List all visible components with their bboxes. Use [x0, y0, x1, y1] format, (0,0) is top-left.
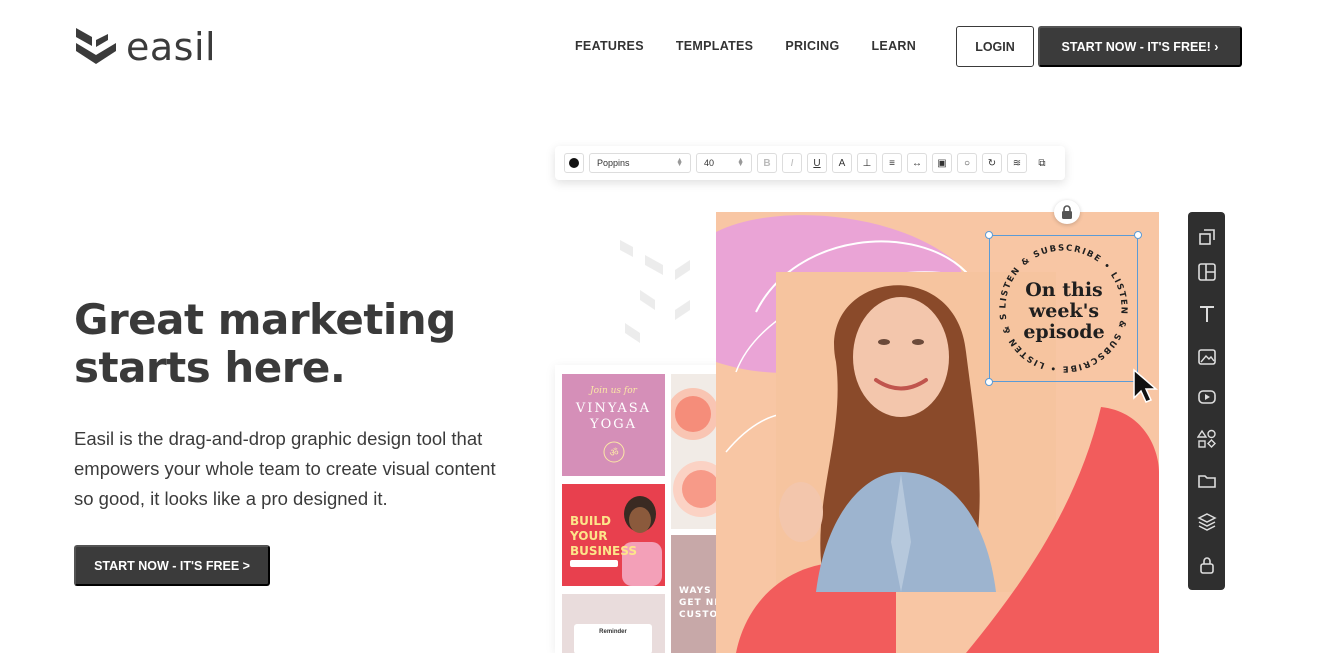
template-thumbnails-panel: Join us for VINYASA YOGA ॐ BUILD YOUR BU…: [555, 365, 725, 653]
decorative-chevrons: [620, 240, 690, 343]
circle-text-icon[interactable]: ○: [957, 153, 977, 173]
bold-icon[interactable]: B: [757, 153, 777, 173]
letter-spacing-icon[interactable]: A: [832, 153, 852, 173]
text-color-picker[interactable]: [564, 153, 584, 173]
template-text: BUILD YOUR BUSINESS: [570, 514, 637, 558]
font-family-value: Poppins: [597, 158, 630, 168]
rotate-icon[interactable]: ↻: [982, 153, 1002, 173]
template-text: VINYASA YOGA: [575, 401, 652, 432]
select-arrows-icon: ▲ ▼: [737, 156, 744, 168]
text-icon[interactable]: [1196, 303, 1217, 324]
easil-logo[interactable]: easil: [74, 26, 216, 68]
shapes-icon[interactable]: [1196, 428, 1217, 449]
svg-text:ॐ: ॐ: [609, 447, 618, 459]
underline-icon[interactable]: U: [807, 153, 827, 173]
lock-icon: [1062, 205, 1072, 219]
template-text: Join us for: [590, 386, 637, 396]
select-arrows-icon: ▲ ▼: [676, 156, 683, 168]
hero-title-line-1: Great marketing: [74, 295, 456, 344]
logo-wordmark: easil: [126, 25, 217, 69]
template-build-your-business[interactable]: BUILD YOUR BUSINESS: [562, 484, 665, 586]
editor-toolbar: Poppins ▲ ▼ 40 ▲ ▼ B I U A ⊥ ≡ ↔ ▣ ○ ↻ ≋ ⧉: [555, 146, 1065, 180]
main-nav: FEATURES TEMPLATES PRICING LEARN: [575, 39, 916, 53]
font-size-value: 40: [704, 158, 715, 168]
editor-side-toolbar: [1188, 212, 1225, 590]
template-pill: [570, 560, 618, 567]
lock-icon[interactable]: [1196, 554, 1217, 575]
effects-icon[interactable]: ▣: [932, 153, 952, 173]
easil-logo-icon: [76, 28, 116, 64]
duplicate-icon[interactable]: ⧉: [1032, 153, 1052, 173]
login-button[interactable]: LOGIN: [956, 26, 1034, 67]
hero-title-line-2: starts here.: [74, 343, 346, 392]
episode-badge-text[interactable]: On this week's episode: [1008, 280, 1120, 343]
layout-icon[interactable]: [1196, 261, 1217, 282]
image-icon[interactable]: [1196, 346, 1217, 367]
font-size-select[interactable]: 40 ▲ ▼: [696, 153, 752, 173]
font-family-select[interactable]: Poppins ▲ ▼: [589, 153, 691, 173]
align-center-icon[interactable]: ≡: [882, 153, 902, 173]
start-now-header-button[interactable]: START NOW - IT'S FREE! ›: [1038, 26, 1242, 67]
video-icon[interactable]: [1196, 386, 1217, 407]
lock-element-button[interactable]: [1054, 200, 1080, 224]
layers-icon[interactable]: [1196, 511, 1217, 532]
start-now-hero-button[interactable]: START NOW - IT'S FREE >: [74, 545, 270, 586]
hero-description: Easil is the drag-and-drop graphic desig…: [74, 428, 496, 509]
mouse-cursor-icon: [1133, 368, 1159, 403]
template-reminder[interactable]: Reminder: [562, 594, 665, 653]
nav-learn[interactable]: LEARN: [872, 39, 917, 53]
layers-icon[interactable]: ≋: [1007, 153, 1027, 173]
nav-features[interactable]: FEATURES: [575, 39, 644, 53]
resize-icon[interactable]: ↔: [907, 153, 927, 173]
template-card: Reminder: [574, 624, 652, 653]
line-height-icon[interactable]: ⊥: [857, 153, 877, 173]
nav-pricing[interactable]: PRICING: [785, 39, 839, 53]
nav-templates[interactable]: TEMPLATES: [676, 39, 753, 53]
italic-icon[interactable]: I: [782, 153, 802, 173]
folder-icon[interactable]: [1196, 470, 1217, 491]
resize-icon[interactable]: [1196, 226, 1217, 247]
hero-title: Great marketing starts here.: [74, 296, 504, 392]
om-symbol-icon: ॐ: [603, 441, 624, 463]
template-vinyasa-yoga[interactable]: Join us for VINYASA YOGA ॐ: [562, 374, 665, 476]
